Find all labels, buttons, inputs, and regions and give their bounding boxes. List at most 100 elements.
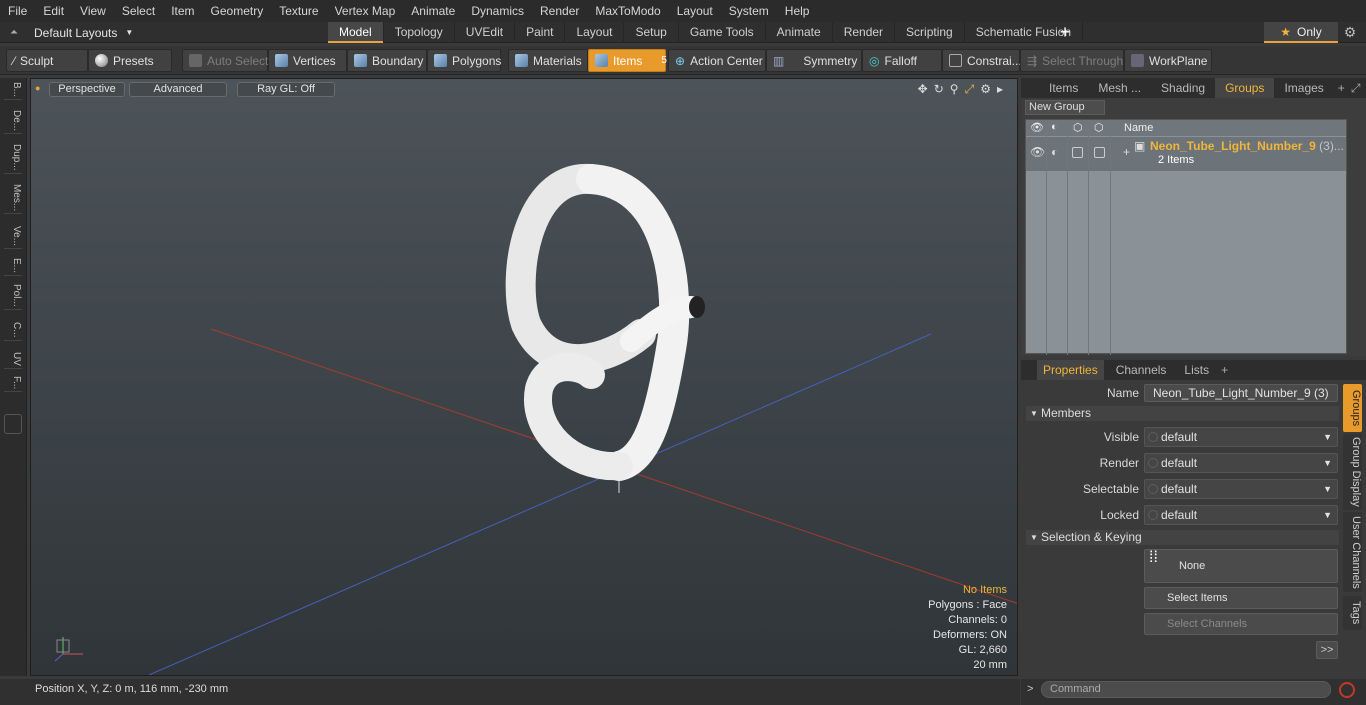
tab-setup[interactable]: Setup: [624, 22, 679, 43]
side-tab-user-channels[interactable]: User Channels: [1343, 512, 1362, 592]
menu-texture[interactable]: Texture: [271, 0, 326, 22]
tab-animate[interactable]: Animate: [766, 22, 833, 43]
left-tab-2[interactable]: Dup...: [4, 144, 22, 174]
gear-icon[interactable]: ⚙: [1340, 22, 1360, 43]
tab-lists[interactable]: Lists: [1178, 360, 1215, 380]
group-row[interactable]: 👁 ◐ + ▣ Neon_Tube_Light_Number_9 (3)... …: [1026, 137, 1346, 171]
menu-vertex-map[interactable]: Vertex Map: [327, 0, 404, 22]
tab-render[interactable]: Render: [833, 22, 896, 43]
tab-model[interactable]: Model: [328, 22, 384, 43]
menu-bar: File Edit View Select Item Geometry Text…: [0, 0, 1366, 22]
locked-dropdown[interactable]: default ▼: [1144, 505, 1338, 525]
only-button[interactable]: ★ Only: [1264, 22, 1338, 43]
menu-system[interactable]: System: [721, 0, 777, 22]
auto-select-button[interactable]: Auto Select: [182, 49, 268, 72]
tab-items[interactable]: Items: [1039, 78, 1088, 98]
symmetry-button[interactable]: ▥ Symmetry: [766, 49, 862, 72]
neon-tube-model[interactable]: [505, 163, 705, 481]
tab-mesh[interactable]: Mesh ...: [1088, 78, 1151, 98]
tab-scripting[interactable]: Scripting: [895, 22, 965, 43]
select-through-icon: ⇶: [1027, 53, 1038, 68]
left-tab-5[interactable]: E...: [4, 258, 22, 277]
action-center-button[interactable]: ⊕ Action Center: [668, 49, 766, 72]
tab-images[interactable]: Images: [1274, 78, 1333, 98]
materials-button[interactable]: Materials: [508, 49, 588, 72]
name-field[interactable]: Neon_Tube_Light_Number_9 (3): [1144, 384, 1338, 402]
new-group-button[interactable]: New Group: [1025, 100, 1105, 115]
row-lock-checkbox[interactable]: [1094, 147, 1105, 158]
menu-geometry[interactable]: Geometry: [203, 0, 272, 22]
left-tab-9[interactable]: F...: [4, 376, 22, 393]
menu-animate[interactable]: Animate: [403, 0, 463, 22]
tab-groups[interactable]: Groups: [1215, 78, 1275, 98]
left-tab-0[interactable]: B...: [4, 82, 22, 101]
expand-icon[interactable]: ⤢: [1349, 81, 1363, 96]
layout-dropdown-label: Default Layouts: [34, 25, 118, 40]
menu-render[interactable]: Render: [532, 0, 587, 22]
select-through-button[interactable]: ⇶ Select Through: [1020, 49, 1124, 72]
boundary-button[interactable]: Boundary: [347, 49, 427, 72]
none-button[interactable]: ⁞⁞ None: [1144, 549, 1338, 583]
menu-layout[interactable]: Layout: [669, 0, 721, 22]
collapse-triangle-icon: ▼: [1030, 533, 1038, 542]
collapse-handle[interactable]: [4, 414, 22, 434]
render-dropdown[interactable]: default ▼: [1144, 453, 1338, 473]
side-tab-tags[interactable]: Tags: [1343, 596, 1362, 630]
selectable-dropdown[interactable]: default ▼: [1144, 479, 1338, 499]
menu-view[interactable]: View: [72, 0, 114, 22]
presets-button[interactable]: Presets: [88, 49, 172, 72]
tab-uvedit[interactable]: UVEdit: [455, 22, 516, 43]
layout-dropdown[interactable]: ⏶ Default Layouts ▼: [0, 22, 330, 43]
left-tab-7[interactable]: C...: [4, 322, 22, 341]
menu-maxtomodo[interactable]: MaxToModo: [587, 0, 668, 22]
members-section[interactable]: ▼ Members: [1026, 406, 1339, 421]
select-items-button[interactable]: Select Items: [1144, 587, 1338, 609]
name-column-header[interactable]: Name: [1124, 122, 1153, 134]
menu-edit[interactable]: Edit: [35, 0, 72, 22]
side-tab-groups[interactable]: Groups: [1343, 384, 1362, 432]
left-tab-6[interactable]: Pol...: [4, 284, 22, 310]
row-eye-icon[interactable]: 👁: [1030, 145, 1045, 159]
tab-shading[interactable]: Shading: [1151, 78, 1215, 98]
tab-properties[interactable]: Properties: [1037, 360, 1104, 380]
left-tab-1[interactable]: De...: [4, 110, 22, 135]
command-input[interactable]: Command: [1041, 681, 1331, 698]
add-tab-button[interactable]: +: [1054, 22, 1076, 43]
constrain-button[interactable]: Constrai...: [942, 49, 1022, 72]
chevron-down-icon: ▼: [125, 28, 134, 37]
more-button[interactable]: >>: [1316, 641, 1338, 659]
menu-file[interactable]: File: [0, 0, 35, 22]
tab-game-tools[interactable]: Game Tools: [679, 22, 766, 43]
add-prop-tab-icon[interactable]: +: [1221, 363, 1228, 377]
3d-viewport[interactable]: ● Perspective Advanced Ray GL: Off ✥ ↻ ⚲…: [30, 78, 1018, 676]
polygons-button[interactable]: Polygons: [427, 49, 501, 72]
left-tab-8[interactable]: UV: [4, 352, 22, 369]
auto-select-label: Auto Select: [207, 53, 269, 68]
record-icon[interactable]: [1339, 682, 1355, 698]
add-panel-tab-icon[interactable]: +: [1334, 81, 1349, 95]
scene: [54, 163, 1017, 675]
menu-item[interactable]: Item: [163, 0, 202, 22]
select-channels-button[interactable]: Select Channels: [1144, 613, 1338, 635]
row-select-checkbox[interactable]: [1072, 147, 1083, 158]
left-tab-4[interactable]: Ve...: [4, 226, 22, 250]
menu-help[interactable]: Help: [777, 0, 818, 22]
side-tab-group-display[interactable]: Group Display: [1343, 434, 1362, 510]
sculpt-button[interactable]: ⁄ Sculpt: [6, 49, 88, 72]
tab-channels[interactable]: Channels: [1110, 360, 1173, 380]
menu-select[interactable]: Select: [114, 0, 163, 22]
left-tab-3[interactable]: Mes...: [4, 184, 22, 215]
vertices-button[interactable]: Vertices 1: [268, 49, 352, 72]
expand-row-icon[interactable]: +: [1123, 145, 1130, 159]
tab-paint[interactable]: Paint: [515, 22, 566, 43]
falloff-button[interactable]: ◎ Falloff: [862, 49, 942, 72]
selection-keying-section[interactable]: ▼ Selection & Keying: [1026, 530, 1339, 545]
menu-dynamics[interactable]: Dynamics: [463, 0, 532, 22]
workplane-button[interactable]: WorkPlane: [1124, 49, 1212, 72]
tab-layout[interactable]: Layout: [565, 22, 625, 43]
row-render-icon[interactable]: ◐: [1051, 145, 1058, 159]
visible-dropdown[interactable]: default ▼: [1144, 427, 1338, 447]
items-button[interactable]: Items 5: [588, 49, 667, 72]
groups-list[interactable]: 👁 ◐ ⬡ ⬡ Name 👁 ◐ + ▣ Neon_Tube_Light_Num…: [1025, 119, 1347, 355]
tab-topology[interactable]: Topology: [384, 22, 455, 43]
